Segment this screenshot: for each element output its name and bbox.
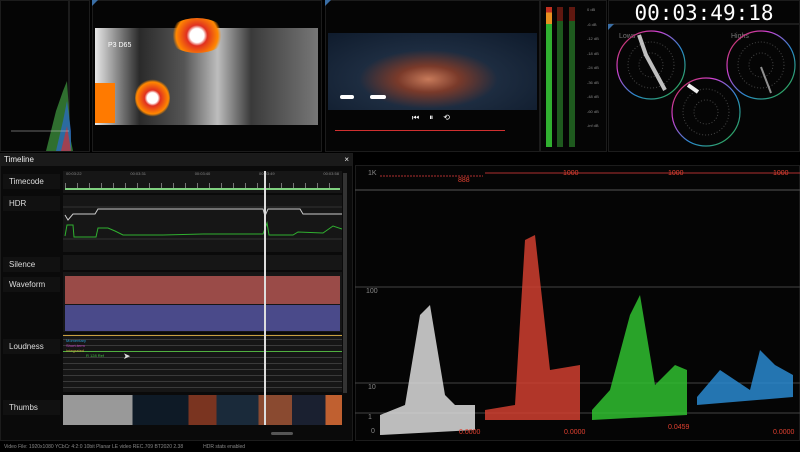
rgb-parade-scope: [355, 172, 800, 435]
timecode-ruler[interactable]: 00:03:22 00:03:31 00:03:40 00:03:49 00:03:58: [63, 171, 342, 193]
vectorscope-graphics: [616, 30, 796, 147]
meter-channel-3: [569, 7, 575, 147]
loudness-track[interactable]: Momentary Short-term Integrated R 128 Re…: [63, 334, 342, 392]
timeline-vertical-scrollbar[interactable]: [343, 173, 347, 393]
meter-channel-2: [557, 7, 563, 147]
playback-progress-bar[interactable]: [335, 130, 505, 131]
waveform-channel-right: [65, 305, 340, 331]
hdr-status: HDR stats enabled: [203, 444, 246, 450]
peak-value-green: 1000: [668, 170, 684, 177]
track-label-timecode: Timecode: [3, 174, 60, 189]
file-info: Video File: 1920x1080 YCbCr 4:2:0 10bit …: [4, 444, 184, 450]
panel-corner-icon: [92, 0, 98, 6]
luma-trace: [380, 305, 475, 435]
peak-value-red: 1000: [563, 170, 579, 177]
blue-trace: [697, 350, 793, 405]
video-frame: [328, 33, 537, 110]
vectorscope-mids: [671, 77, 741, 147]
loudness-legend: Momentary Short-term Integrated R 128 Re…: [66, 338, 105, 358]
min-value-green: 0.0459: [668, 424, 690, 431]
hdr-track[interactable]: [63, 195, 343, 252]
red-trace: [485, 235, 580, 420]
close-icon[interactable]: ×: [344, 154, 349, 166]
loop-icon[interactable]: ⟲: [443, 113, 450, 123]
track-label-waveform: Waveform: [3, 277, 60, 292]
skip-back-icon[interactable]: ⏮: [412, 113, 419, 123]
histogram-panel: [0, 0, 90, 152]
playhead[interactable]: [264, 171, 266, 425]
meter-scale: 0 dB -6 dB -12 dB -18 dB -24 dB -36 dB -48 dB -…: [587, 7, 599, 128]
green-trace: [592, 295, 687, 420]
mouse-cursor-icon: ➤: [123, 351, 131, 361]
color-space-label: P3 D65: [108, 42, 132, 49]
audio-waveform-track[interactable]: [63, 272, 342, 332]
thumbnails-track[interactable]: [63, 395, 342, 425]
timecode-display: 00:03:49:18: [608, 0, 800, 25]
min-value-luma: 0.0000: [459, 429, 481, 436]
audio-meters: 0 dB -6 dB -12 dB -18 dB -24 dB -36 dB -48 dB -…: [540, 0, 607, 152]
status-bar: Video File: 1920x1080 YCbCr 4:2:0 10bit …: [0, 444, 800, 452]
pause-icon[interactable]: ⏸: [429, 113, 433, 123]
vectorscope-lows: [616, 30, 686, 100]
ruler-labels: 00:03:22 00:03:31 00:03:40 00:03:49 00:03:58: [66, 171, 339, 176]
waveform-channel-left: [65, 276, 340, 304]
vectorscope-highs: [726, 30, 796, 100]
vectorscopes-panel: Lows Highs: [608, 24, 800, 152]
timeline-header: Timeline ×: [1, 154, 352, 166]
hdr-graph: [63, 206, 343, 240]
min-value-blue: 0.0000: [773, 429, 795, 436]
meter-channel-1: [546, 7, 552, 147]
track-label-loudness: Loudness: [3, 339, 60, 354]
histogram-scope: [11, 1, 73, 151]
peak-value-luma: 888: [458, 177, 470, 184]
timeline-horizontal-scrollbar[interactable]: [271, 432, 293, 435]
timecode: 00:03:49:18: [634, 1, 774, 25]
timecode-coverage-bar: [65, 188, 340, 190]
player-controls: ⏮ ⏸ ⟲: [412, 113, 450, 123]
track-label-thumbs: Thumbs: [3, 400, 60, 415]
track-label-hdr: HDR: [3, 196, 60, 211]
peak-value-blue: 1000: [773, 170, 789, 177]
silence-track[interactable]: [63, 255, 342, 270]
track-label-silence: Silence: [3, 257, 60, 272]
min-value-red: 0.0000: [564, 429, 586, 436]
panel-corner-icon: [325, 0, 331, 6]
timeline-title: Timeline: [4, 155, 34, 164]
